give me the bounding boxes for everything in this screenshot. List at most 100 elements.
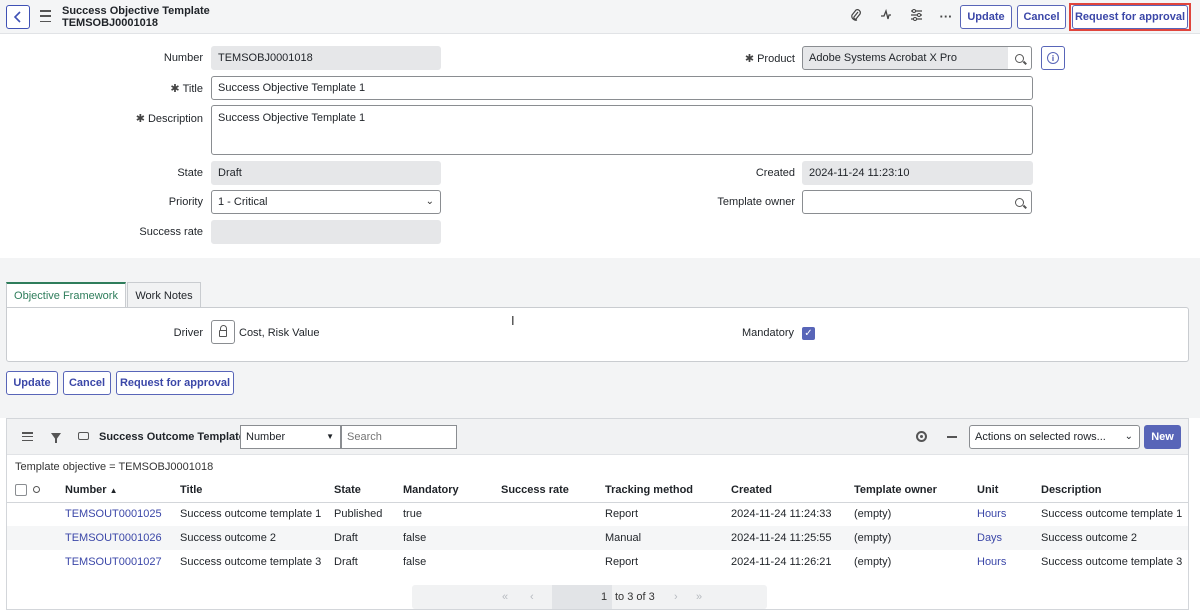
search-icon	[1015, 53, 1024, 63]
product-field[interactable]: Adobe Systems Acrobat X Pro	[802, 46, 1009, 70]
row-mandatory: false	[403, 526, 501, 550]
back-button[interactable]	[6, 5, 30, 29]
actions-select-value: Actions on selected rows...	[975, 431, 1106, 443]
product-lookup-button[interactable]	[1008, 46, 1032, 70]
chevron-down-icon: ⌄	[425, 196, 434, 207]
column-header-tracking-method[interactable]: Tracking method	[605, 478, 731, 503]
filter-icon[interactable]	[51, 433, 61, 443]
info-icon: i	[1047, 52, 1059, 64]
row-mandatory: true	[403, 508, 422, 521]
list-menu-icon[interactable]	[22, 432, 33, 441]
request-approval-highlight	[1069, 3, 1191, 31]
description-label: ✱ Description	[100, 112, 203, 125]
chevron-left-icon	[13, 11, 21, 23]
row-number-link[interactable]: TEMSOUT0001026	[65, 526, 180, 550]
required-icon: ✱	[744, 53, 755, 65]
product-info-button[interactable]: i	[1041, 46, 1065, 70]
row-title: Success outcome template 1	[180, 508, 322, 521]
row-mandatory: false	[403, 556, 427, 568]
column-header-created[interactable]: Created	[731, 478, 854, 503]
search-icon[interactable]	[33, 486, 40, 494]
row-success-rate	[501, 550, 605, 574]
more-icon[interactable]: ···	[938, 9, 954, 25]
column-header-unit[interactable]: Unit	[977, 478, 1041, 503]
tab-work-notes[interactable]: Work Notes	[127, 282, 201, 308]
row-state: Draft	[334, 526, 403, 550]
row-unit-link[interactable]: Hours	[977, 502, 1041, 526]
column-header-mandatory[interactable]: Mandatory	[403, 478, 501, 503]
column-header-state[interactable]: State	[334, 478, 403, 503]
bottom-update-button[interactable]: Update	[6, 371, 58, 395]
row-description: Success outcome 2	[1041, 526, 1188, 550]
breadcrumb[interactable]: Template objective = TEMSOBJ0001018	[15, 461, 213, 473]
description-field[interactable]: Success Objective Template 1	[211, 105, 1033, 155]
title-field[interactable]: Success Objective Template 1	[211, 76, 1033, 100]
last-page-icon[interactable]: »	[696, 591, 702, 603]
row-description: Success outcome template 1	[1041, 508, 1183, 521]
row-unit-link[interactable]: Days	[977, 526, 1041, 550]
table-header-row: Number ▲ Title State Mandatory Success r…	[7, 478, 1188, 503]
text-cursor-icon: I	[511, 313, 515, 328]
row-template-owner: (empty)	[854, 556, 892, 568]
paperclip-icon[interactable]	[848, 9, 864, 25]
mandatory-checkbox[interactable]: ✓	[802, 327, 815, 340]
update-button[interactable]: Update	[960, 5, 1012, 29]
mandatory-label: Mandatory	[742, 327, 794, 339]
row-tracking-method: Report	[605, 508, 639, 521]
pagination: « ‹ 1 to 3 of 3 › »	[412, 585, 767, 609]
priority-select[interactable]: 1 - Critical ⌄	[211, 190, 441, 214]
related-list-toolbar: Success Outcome Templates Number ▼ Actio…	[7, 419, 1188, 455]
success-rate-label: Success rate	[139, 226, 203, 238]
table-row: TEMSOUT0001025 Success outcome template …	[7, 502, 1188, 526]
actions-select[interactable]: Actions on selected rows... ⌄	[969, 425, 1140, 449]
next-page-icon[interactable]: ›	[674, 591, 678, 603]
previous-page-icon[interactable]: ‹	[530, 591, 534, 603]
number-field: TEMSOBJ0001018	[211, 46, 441, 70]
template-owner-field[interactable]	[802, 190, 1009, 214]
row-success-rate	[501, 526, 605, 550]
column-header-number-label: Number	[65, 483, 107, 496]
driver-value: Cost, Risk Value	[239, 327, 320, 339]
lock-icon	[219, 325, 227, 337]
hamburger-menu-icon[interactable]	[40, 10, 51, 22]
priority-label: Priority	[168, 196, 203, 208]
row-title: Success outcome 2	[180, 526, 334, 550]
cancel-button[interactable]: Cancel	[1017, 5, 1066, 29]
row-number-link[interactable]: TEMSOUT0001025	[65, 502, 180, 526]
row-number-link[interactable]: TEMSOUT0001027	[65, 550, 180, 574]
page-range: to 3 of 3	[615, 591, 655, 603]
bottom-cancel-button[interactable]: Cancel	[63, 371, 111, 395]
column-header-template-owner[interactable]: Template owner	[854, 478, 977, 503]
priority-value: 1 - Critical	[218, 196, 268, 208]
product-label-text: Product	[757, 53, 795, 65]
page-current: 1	[601, 591, 608, 603]
row-unit-link[interactable]: Hours	[977, 550, 1041, 574]
driver-lock-button[interactable]	[211, 320, 235, 344]
new-button[interactable]: New	[1144, 425, 1181, 449]
column-header-description[interactable]: Description	[1041, 478, 1188, 503]
related-list-title: Success Outcome Templates	[99, 431, 252, 443]
row-created: 2024-11-24 11:24:33	[731, 508, 832, 521]
settings-sliders-icon[interactable]	[908, 9, 924, 25]
template-owner-label: Template owner	[717, 196, 795, 208]
related-list: Success Outcome Templates Number ▼ Actio…	[6, 418, 1189, 610]
gear-icon[interactable]	[916, 431, 927, 442]
row-template-owner: (empty)	[854, 526, 977, 550]
tab-objective-framework[interactable]: Objective Framework	[6, 282, 126, 308]
column-header-success-rate[interactable]: Success rate	[501, 478, 605, 503]
first-page-icon[interactable]: «	[502, 591, 508, 603]
bottom-request-approval-button[interactable]: Request for approval	[116, 371, 234, 395]
title-label-text: Title	[182, 83, 203, 95]
collapse-icon[interactable]	[947, 436, 957, 438]
template-owner-lookup-button[interactable]	[1008, 190, 1032, 214]
row-created: 2024-11-24 11:25:55	[731, 526, 854, 550]
select-all-checkbox[interactable]	[15, 483, 27, 496]
search-input[interactable]	[341, 425, 457, 449]
column-header-number[interactable]: Number ▲	[65, 478, 180, 503]
activity-icon[interactable]	[878, 8, 894, 25]
column-header-title[interactable]: Title	[180, 478, 334, 503]
caret-down-icon: ▼	[326, 432, 334, 441]
row-state: Draft	[334, 556, 358, 568]
search-field-select[interactable]: Number ▼	[240, 425, 341, 449]
list-context-icon[interactable]	[78, 432, 89, 440]
